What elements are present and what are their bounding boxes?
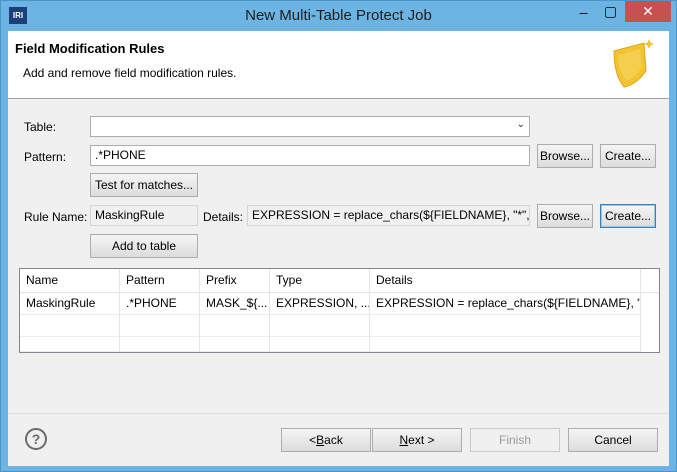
- chevron-down-icon[interactable]: ⌄: [517, 119, 525, 130]
- help-icon[interactable]: ?: [25, 428, 47, 450]
- wizard-body: Field Modification Rules Add and remove …: [8, 31, 669, 466]
- cell-prefix: MASK_${...: [200, 293, 270, 315]
- cell-type: EXPRESSION, ...: [270, 293, 370, 315]
- column-header-type[interactable]: Type: [270, 269, 370, 293]
- details-label: Details:: [203, 210, 244, 224]
- close-button[interactable]: ✕: [625, 1, 671, 22]
- empty-row: [20, 337, 641, 352]
- test-for-matches-button[interactable]: Test for matches...: [90, 173, 198, 197]
- table-combobox[interactable]: ⌄: [90, 116, 530, 137]
- rule-name-label: Rule Name:: [24, 210, 88, 224]
- cell-pattern: .*PHONE: [120, 293, 200, 315]
- details-field: EXPRESSION = replace_chars(${FIELDNAME},…: [247, 205, 530, 226]
- back-button[interactable]: < Back: [281, 428, 371, 452]
- shield-icon: [613, 39, 654, 88]
- table-header: Name Pattern Prefix Type Details: [20, 269, 659, 293]
- app-window: IRI New Multi-Table Protect Job – ▢ ✕ Fi…: [0, 0, 677, 472]
- empty-row: [20, 315, 641, 337]
- page-title: Field Modification Rules: [15, 41, 165, 56]
- finish-button: Finish: [470, 428, 560, 452]
- cell-name: MaskingRule: [20, 293, 120, 315]
- title-bar[interactable]: IRI New Multi-Table Protect Job – ▢ ✕: [1, 1, 676, 31]
- details-browse-button[interactable]: Browse...: [537, 204, 593, 228]
- maximize-button[interactable]: ▢: [597, 1, 624, 22]
- pattern-input[interactable]: .*PHONE: [90, 145, 530, 166]
- column-header-pattern[interactable]: Pattern: [120, 269, 200, 293]
- column-header-prefix[interactable]: Prefix: [200, 269, 270, 293]
- next-button[interactable]: Next >: [372, 428, 462, 452]
- column-header-details[interactable]: Details: [370, 269, 641, 293]
- page-description: Add and remove field modification rules.: [23, 66, 237, 80]
- table-label: Table:: [24, 120, 57, 134]
- minimize-button[interactable]: –: [570, 1, 597, 22]
- cancel-button[interactable]: Cancel: [568, 428, 658, 452]
- column-header-name[interactable]: Name: [20, 269, 120, 293]
- cell-details: EXPRESSION = replace_chars(${FIELDNAME},…: [370, 293, 641, 315]
- table-row[interactable]: MaskingRule .*PHONE MASK_${... EXPRESSIO…: [20, 293, 641, 315]
- footer-divider: [8, 413, 669, 414]
- pattern-label: Pattern:: [24, 150, 67, 164]
- wizard-header: Field Modification Rules Add and remove …: [8, 31, 669, 99]
- pattern-browse-button[interactable]: Browse...: [537, 144, 593, 168]
- details-create-button[interactable]: Create...: [600, 204, 656, 228]
- rules-table[interactable]: Name Pattern Prefix Type Details Masking…: [19, 268, 660, 353]
- pattern-create-button[interactable]: Create...: [600, 144, 656, 168]
- rule-name-field: MaskingRule: [90, 205, 198, 226]
- add-to-table-button[interactable]: Add to table: [90, 234, 198, 258]
